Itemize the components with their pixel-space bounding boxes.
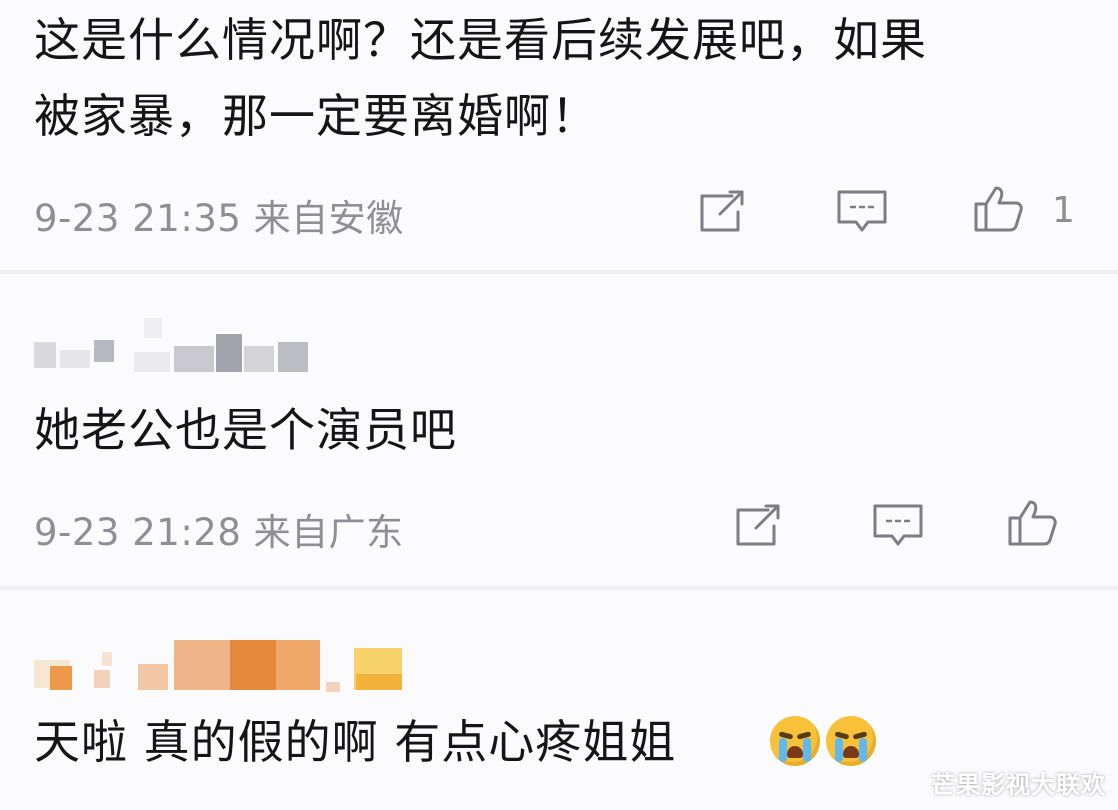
comment-item: 她老公也是个演员吧 9-23 21:28 来自广东 [0, 274, 1118, 586]
share-icon[interactable] [730, 500, 786, 552]
thumbs-up-icon[interactable] [970, 182, 1026, 234]
thumbs-up-icon[interactable] [1004, 496, 1060, 548]
watermark: 芒果影视大联欢 [931, 771, 1106, 799]
reply-icon[interactable] [834, 186, 890, 238]
like-count: 1 [1052, 190, 1075, 231]
crying-face-emoji [770, 716, 820, 766]
crying-face-emoji [826, 716, 876, 766]
comment-meta: 9-23 21:28 来自广东 [34, 511, 404, 554]
username-blurred[interactable] [34, 630, 414, 692]
comment-item: 这是什么情况啊？还是看后续发展吧，如果 被家暴，那一定要离婚啊！ 9-23 21… [0, 0, 1118, 270]
username-blurred[interactable] [34, 312, 334, 372]
comment-text: 她老公也是个演员吧 [34, 403, 457, 457]
comment-meta: 9-23 21:35 来自安徽 [34, 197, 404, 240]
comment-text: 天啦 真的假的啊 有点心疼姐姐 [34, 715, 677, 769]
share-icon[interactable] [694, 186, 750, 238]
reply-icon[interactable] [870, 500, 926, 552]
comment-text: 这是什么情况啊？还是看后续发展吧，如果 被家暴，那一定要离婚啊！ [34, 13, 927, 143]
